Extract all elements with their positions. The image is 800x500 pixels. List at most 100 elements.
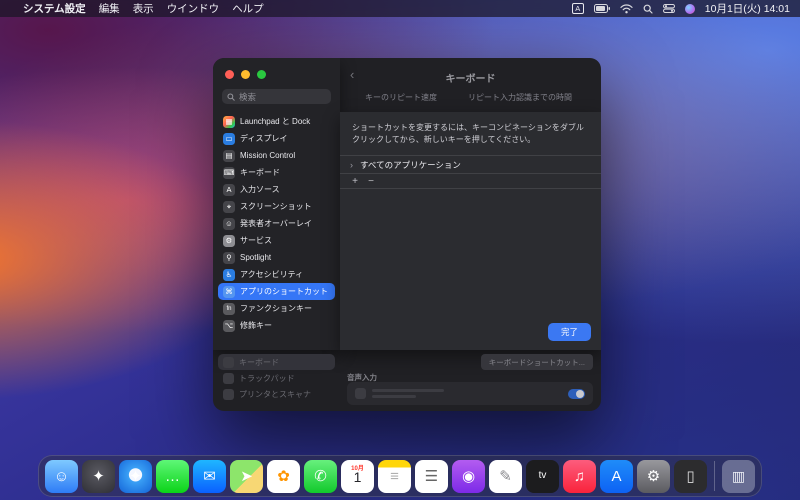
sidebar-item-screenshots[interactable]: ⌖ スクリーンショット	[218, 198, 335, 215]
dock-app-facetime[interactable]: ✆	[304, 459, 337, 493]
dock-app-freeform[interactable]: ✎	[489, 459, 522, 493]
behind-sidebar-label: プリンタとスキャナ	[239, 389, 311, 399]
input-source-icon[interactable]: A	[571, 3, 584, 14]
menu-window[interactable]: ウインドウ	[167, 1, 220, 16]
shortcuts-sheet-sidebar: 検索 ▦ Launchpad と Dock ▭ ディスプレイ ▤ Mission Cont…	[213, 58, 340, 350]
sidebar-item-label: サービス	[240, 236, 272, 245]
dock-divider	[714, 461, 715, 491]
menu-view[interactable]: 表示	[133, 1, 154, 16]
app-shortcuts-icon: ⌘	[223, 285, 235, 298]
sidebar-item-keyboard[interactable]: ⌨ キーボード	[218, 164, 335, 181]
dock-app-reminders[interactable]: ☰	[415, 459, 448, 493]
sidebar-item-display[interactable]: ▭ ディスプレイ	[218, 130, 335, 147]
placeholder-text-bars	[372, 389, 444, 398]
mission-control-icon: ▤	[223, 149, 235, 162]
sidebar-item-modifier-keys[interactable]: ⌥ 修飾キー	[218, 317, 335, 334]
dock-app-maps[interactable]: ➤	[230, 459, 263, 493]
appstore-icon: A	[611, 467, 622, 485]
done-button[interactable]: 完了	[547, 323, 591, 341]
sidebar-item-spotlight[interactable]: ⚲ Spotlight	[218, 249, 335, 266]
behind-sidebar-label: キーボード	[239, 357, 279, 367]
sidebar-item-label: Launchpad と Dock	[240, 117, 311, 126]
dock-app-photos[interactable]: ✿	[267, 459, 300, 493]
maps-icon: ➤	[240, 467, 253, 485]
facetime-icon: ✆	[314, 467, 327, 485]
sidebar-item-label: Mission Control	[240, 151, 296, 160]
dock-apps: ☺ ✦ ✦ … ✉ ➤ ✿ ✆ 10月 1 ≡ ☰ ◉ ✎ tv ♫ A ⚙ ▯	[45, 459, 707, 493]
dock-app-tv[interactable]: tv	[526, 459, 559, 493]
all-applications-label: すべてのアプリケーション	[360, 159, 461, 170]
keyboard-icon: ⌨	[223, 166, 235, 179]
freeform-icon: ✎	[499, 467, 512, 485]
voice-input-toggle	[568, 388, 585, 399]
battery-icon[interactable]	[593, 4, 610, 13]
add-shortcut-button[interactable]: +	[348, 175, 362, 187]
all-applications-row[interactable]: › すべてのアプリケーション	[340, 156, 601, 174]
behind-sidebar-list: キーボードトラックパッドプリンタとスキャナ	[218, 354, 335, 402]
sidebar-item-label: 発表者オーバーレイ	[240, 219, 312, 228]
disclosure-chevron-icon[interactable]: ›	[350, 160, 353, 170]
input-sources-icon: A	[223, 183, 235, 196]
sidebar-item-services[interactable]: ⚙ サービス	[218, 232, 335, 249]
dock-app-settings[interactable]: ⚙	[637, 459, 670, 493]
dock-app-messages[interactable]: …	[156, 459, 189, 493]
sidebar-item-presenter-overlay[interactable]: ☺ 発表者オーバーレイ	[218, 215, 335, 232]
app-icon	[223, 372, 234, 384]
iphone-mirroring-icon: ▯	[686, 467, 695, 485]
control-center-icon[interactable]	[662, 4, 675, 13]
dock-trash[interactable]: ▥	[722, 459, 755, 493]
remove-shortcut-button[interactable]: −	[364, 175, 378, 187]
zoom-button[interactable]	[257, 70, 266, 79]
sidebar-item-function-keys[interactable]: fn ファンクションキー	[218, 300, 335, 317]
siri-icon[interactable]	[684, 3, 695, 14]
sidebar-item-label: ファンクションキー	[240, 304, 312, 313]
sidebar-item-app-shortcuts[interactable]: ⌘ アプリのショートカット	[218, 283, 335, 300]
sidebar-item-mission-control[interactable]: ▤ Mission Control	[218, 147, 335, 164]
search-icon[interactable]	[643, 4, 653, 14]
sidebar-item-label: キーボード	[240, 168, 280, 177]
reminders-icon: ☰	[424, 467, 439, 485]
screenshot-icon: ⌖	[223, 200, 235, 213]
app-icon	[223, 356, 234, 368]
spotlight-icon: ⚲	[223, 251, 235, 264]
voice-input-row-dimmed	[347, 382, 593, 405]
dock: ☺ ✦ ✦ … ✉ ➤ ✿ ✆ 10月 1 ≡ ☰ ◉ ✎ tv ♫ A ⚙ ▯ ▥	[38, 455, 762, 497]
menu-help[interactable]: ヘルプ	[232, 1, 264, 16]
wifi-icon[interactable]	[620, 3, 633, 14]
dock-app-music[interactable]: ♫	[563, 459, 596, 493]
minimize-button[interactable]	[241, 70, 250, 79]
sidebar-item-input-sources[interactable]: A 入力ソース	[218, 181, 335, 198]
music-icon: ♫	[573, 467, 586, 485]
finder-icon: ☺	[53, 467, 70, 485]
behind-sidebar-label: トラックパッド	[239, 373, 295, 383]
modifier-keys-icon: ⌥	[223, 319, 235, 332]
sidebar-item-accessibility[interactable]: ♿ アクセシビリティ	[218, 266, 335, 283]
menu-clock[interactable]: 10月1日(火) 14:01	[705, 1, 790, 16]
dock-app-launchpad[interactable]: ✦	[82, 459, 115, 493]
presenter-overlay-icon: ☺	[223, 217, 235, 230]
photos-icon: ✿	[277, 467, 290, 485]
sidebar-item-label: 修飾キー	[240, 321, 272, 330]
menu-app-name[interactable]: システム設定	[23, 1, 86, 16]
shortcuts-sheet-content: ショートカットを変更するには、キーコンビネーションをダブルクリックしてから、新し…	[340, 112, 601, 350]
dock-app-mail[interactable]: ✉	[193, 459, 226, 493]
behind-sidebar-item: トラックパッド	[218, 370, 335, 386]
sidebar-item-launchpad-dock[interactable]: ▦ Launchpad と Dock	[218, 113, 335, 130]
pane-title: キーボード	[445, 74, 496, 85]
search-placeholder: 検索	[239, 91, 257, 102]
dock-app-notes[interactable]: ≡	[378, 459, 411, 493]
menu-bar-status: A 10月1日(火) 14:01	[571, 1, 790, 16]
dock-app-iphone-mirroring[interactable]: ▯	[674, 459, 707, 493]
trash-icon: ▥	[731, 468, 746, 484]
dock-app-appstore[interactable]: A	[600, 459, 633, 493]
search-input[interactable]: 検索	[222, 89, 331, 104]
dock-app-safari[interactable]: ✦	[119, 459, 152, 493]
behind-sidebar-item: プリンタとスキャナ	[218, 386, 335, 402]
dock-app-calendar[interactable]: 10月 1	[341, 459, 374, 493]
dock-app-podcasts[interactable]: ◉	[452, 459, 485, 493]
sidebar-item-label: アクセシビリティ	[240, 270, 304, 279]
dock-app-finder[interactable]: ☺	[45, 459, 78, 493]
menu-edit[interactable]: 編集	[99, 1, 120, 16]
close-button[interactable]	[225, 70, 234, 79]
microphone-icon	[355, 388, 366, 399]
